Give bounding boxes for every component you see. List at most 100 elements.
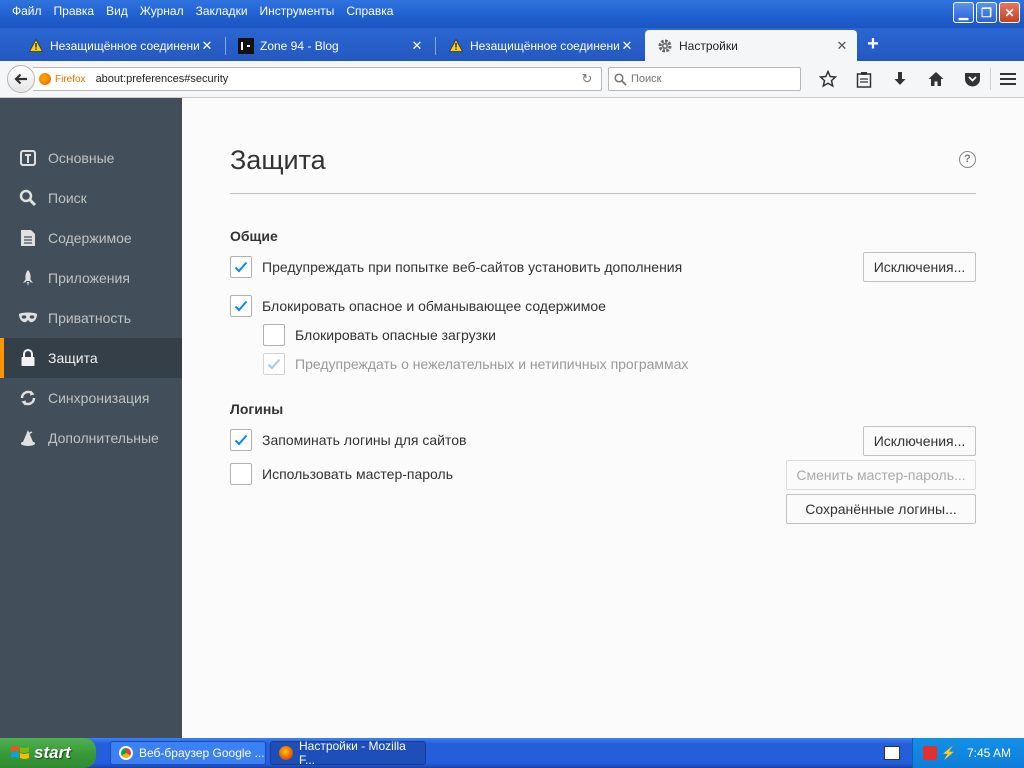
identity-label: Firefox: [55, 73, 86, 85]
url-text[interactable]: about:preferences#security: [96, 73, 577, 85]
saved-logins-button[interactable]: Сохранённые логины...: [786, 494, 976, 524]
taskbar-item-label: Настройки - Mozilla F...: [299, 739, 406, 767]
sidebar-item-label: Приватность: [48, 310, 132, 326]
logins-exceptions-button[interactable]: Исключения...: [863, 426, 976, 456]
gear-icon: [657, 38, 673, 54]
plus-icon: +: [867, 33, 879, 55]
menu-history[interactable]: Журнал: [134, 4, 190, 18]
block-dangerous-label[interactable]: Блокировать опасное и обманывающее содер…: [262, 298, 606, 314]
home-button[interactable]: [918, 68, 954, 90]
search-icon: [609, 72, 631, 86]
sidebar-item-privacy[interactable]: Приватность: [0, 298, 182, 338]
tab-insecure-2[interactable]: Незащищённое соединение ✕: [436, 30, 642, 61]
search-icon: [18, 188, 38, 208]
block-downloads-row: Блокировать опасные загрузки: [263, 324, 496, 346]
sidebar-item-content[interactable]: Содержимое: [0, 218, 182, 258]
warn-addons-checkbox[interactable]: [230, 256, 252, 278]
close-tab-icon[interactable]: ✕: [410, 38, 424, 54]
warn-addons-row: Предупреждать при попытке веб-сайтов уст…: [230, 256, 682, 278]
applications-icon: [18, 268, 38, 288]
search-input[interactable]: [631, 73, 791, 85]
warn-unwanted-row: Предупреждать о нежелательных и нетипичн…: [263, 353, 688, 375]
master-password-checkbox[interactable]: [230, 463, 252, 485]
remember-logins-label[interactable]: Запоминать логины для сайтов: [262, 432, 466, 448]
preferences-sidebar: Основные Поиск Содержимое Приложения При…: [0, 98, 182, 738]
menu-bar: Файл Правка Вид Журнал Закладки Инструме…: [0, 0, 399, 22]
menu-file[interactable]: Файл: [6, 4, 48, 18]
block-dangerous-row: Блокировать опасное и обманывающее содер…: [230, 295, 606, 317]
taskbar-item-firefox[interactable]: Настройки - Mozilla F...: [270, 739, 426, 767]
help-icon[interactable]: ?: [959, 151, 976, 168]
downloads-button[interactable]: [882, 68, 918, 90]
new-tab-button[interactable]: +: [862, 33, 884, 55]
taskbar-item-chrome[interactable]: Веб-браузер Google ...: [110, 741, 266, 765]
download-arrow-icon: [894, 72, 906, 85]
warning-icon: [448, 38, 464, 54]
sidebar-item-applications[interactable]: Приложения: [0, 258, 182, 298]
search-bar[interactable]: [608, 67, 801, 91]
reading-list-button[interactable]: [846, 68, 882, 90]
privacy-mask-icon: [18, 308, 38, 328]
checkmark-icon: [234, 261, 248, 273]
master-password-label[interactable]: Использовать мастер-пароль: [262, 466, 453, 482]
tab-settings[interactable]: Настройки ✕: [645, 30, 857, 61]
tray-shield-icon[interactable]: [923, 746, 937, 760]
pocket-button[interactable]: [954, 68, 990, 90]
star-icon: [819, 70, 837, 88]
window-title-bar: Файл Правка Вид Журнал Закладки Инструме…: [0, 0, 1024, 28]
sidebar-item-advanced[interactable]: Дополнительные: [0, 418, 182, 458]
sidebar-item-sync[interactable]: Синхронизация: [0, 378, 182, 418]
sidebar-item-label: Дополнительные: [48, 430, 159, 446]
addons-exceptions-button[interactable]: Исключения...: [863, 252, 976, 282]
menu-tools[interactable]: Инструменты: [254, 4, 341, 18]
menu-edit[interactable]: Правка: [48, 4, 101, 18]
block-downloads-label[interactable]: Блокировать опасные загрузки: [295, 327, 496, 343]
security-lock-icon: [18, 348, 38, 368]
system-tray: ⚡ 7:45 AM: [912, 738, 1024, 768]
taskbar-item-label: Веб-браузер Google ...: [139, 746, 265, 760]
tab-insecure-1[interactable]: Незащищённое соединение ✕: [16, 30, 222, 61]
close-tab-icon[interactable]: ✕: [835, 38, 849, 54]
tab-strip: Незащищённое соединение ✕ Zone 94 - Blog…: [0, 28, 1024, 61]
close-tab-icon[interactable]: ✕: [620, 38, 634, 54]
remember-logins-checkbox[interactable]: [230, 429, 252, 451]
warn-unwanted-label: Предупреждать о нежелательных и нетипичн…: [295, 356, 689, 372]
sidebar-item-search[interactable]: Поиск: [0, 178, 182, 218]
url-bar[interactable]: Firefox about:preferences#security ↻: [33, 67, 602, 91]
tab-zone94[interactable]: Zone 94 - Blog ✕: [226, 30, 432, 61]
hamburger-menu-button[interactable]: [990, 68, 1016, 90]
tab-label: Незащищённое соединение: [470, 38, 620, 53]
keyboard-icon[interactable]: [884, 746, 900, 760]
checkmark-icon: [234, 300, 248, 312]
warn-addons-label[interactable]: Предупреждать при попытке веб-сайтов уст…: [262, 259, 682, 275]
block-dangerous-checkbox[interactable]: [230, 295, 252, 317]
close-tab-icon[interactable]: ✕: [200, 38, 214, 54]
reload-icon[interactable]: ↻: [577, 71, 597, 87]
identity-box[interactable]: Firefox: [33, 73, 86, 85]
tray-network-icon[interactable]: ⚡: [941, 746, 956, 760]
start-button[interactable]: start: [0, 738, 96, 768]
close-window-button[interactable]: ✕: [999, 2, 1020, 23]
clock[interactable]: 7:45 AM: [967, 746, 1011, 760]
block-downloads-checkbox[interactable]: [263, 324, 285, 346]
advanced-icon: [18, 428, 38, 448]
tab-label: Настройки: [679, 38, 738, 53]
bookmark-star-button[interactable]: [810, 68, 846, 90]
restore-button[interactable]: ❐: [976, 2, 997, 23]
minimize-button[interactable]: ▁: [953, 2, 974, 23]
menu-help[interactable]: Справка: [340, 4, 399, 18]
menu-view[interactable]: Вид: [100, 4, 134, 18]
sidebar-item-label: Поиск: [48, 190, 87, 206]
chrome-icon: [119, 746, 133, 760]
warning-icon: [28, 38, 44, 54]
sidebar-item-security[interactable]: Защита: [0, 338, 182, 378]
window-controls: ▁ ❐ ✕: [953, 2, 1020, 23]
back-button[interactable]: [7, 65, 35, 93]
minimize-icon: ▁: [958, 5, 969, 20]
section-heading-logins: Логины: [230, 401, 284, 417]
page-title: Защита: [230, 145, 326, 175]
sidebar-item-label: Основные: [48, 150, 115, 166]
sidebar-item-general[interactable]: Основные: [0, 138, 182, 178]
sidebar-item-label: Приложения: [48, 270, 130, 286]
menu-bookmarks[interactable]: Закладки: [190, 4, 254, 18]
